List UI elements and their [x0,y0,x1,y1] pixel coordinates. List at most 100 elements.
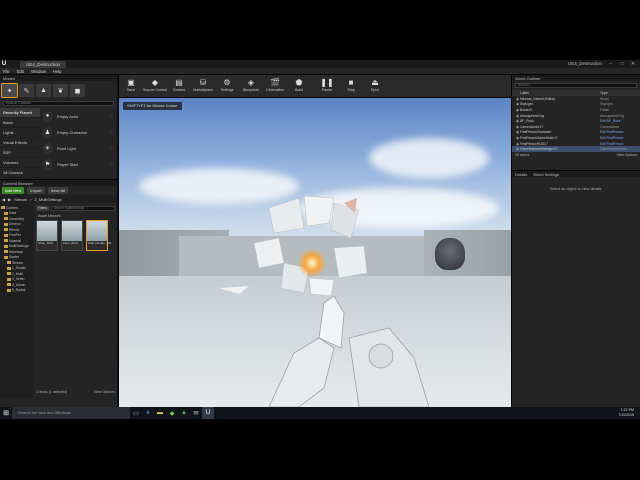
paint-mode-icon[interactable]: ✎ [19,84,34,97]
document-tab[interactable]: UE4_Destruction [20,60,67,68]
asset-tile[interactable]: Wall_Double_DM [86,220,112,251]
app-icon[interactable]: ▲ [178,407,190,419]
add-new-button[interactable]: Add New [2,187,25,194]
category-bsp[interactable]: BSP [0,148,40,158]
toolbar-button-label: Pause [321,88,333,92]
asset-tile[interactable]: Chair_BOX [36,220,58,251]
folder-label: Data [9,211,17,216]
outliner-row[interactable]: ◉ AtmosphericFog AtmosphericFog [512,113,640,119]
toolbar-stop-button[interactable]: ■ Stop [339,77,363,96]
toolbar-save-button[interactable]: ▣ Save [119,77,143,96]
toolbar-marketplace-button[interactable]: ⛁ Marketplace [191,77,215,96]
toolbar-build-button[interactable]: ⬟ Build [287,77,311,96]
view-options-button[interactable]: View Options [616,153,637,159]
viewport-hint: SHIFT+F1 for Mouse Cursor [123,102,182,110]
windows-start-icon[interactable]: ⊞ [0,407,12,419]
outliner-row[interactable]: ◉ FirstPersonCharacter Edit FirstPerson [512,130,640,136]
foliage-mode-icon[interactable]: ❦ [53,84,68,97]
folder-icon [7,277,11,281]
breadcrumb-item[interactable]: 2_MultiSettings [34,197,61,202]
modes-search-input[interactable]: Search Classes [3,101,114,106]
folder-icon [4,250,8,254]
toolbar-eject-button[interactable]: ⏏ Eject [363,77,387,96]
edit-blueprint-link[interactable]: Edit FirstPerson [600,130,623,134]
outliner-row[interactable]: ◉ FirstPersonHUD17 Edit FirstPerson [512,141,640,147]
mode-icon-bar: ✦ ✎ ▲ ❦ ◼ [0,81,117,99]
import-button[interactable]: Import [27,187,45,194]
close-button[interactable]: ✕ [628,60,638,68]
info-icon[interactable]: ⓘ [109,113,113,119]
mode-item-empty-actor[interactable]: ● Empty Actor ⓘ [40,108,117,124]
breadcrumb-item[interactable]: Stream [14,197,27,202]
actor-label: BP_Rock [520,119,534,124]
column-label[interactable]: Label [520,91,600,95]
task-view-icon[interactable]: ▭ [130,407,142,419]
mode-item-point-light[interactable]: ☀ Point Light ⓘ [40,140,117,156]
category-lights[interactable]: Lights [0,128,40,138]
toolbar-blueprints-button[interactable]: ◈ Blueprints [239,77,263,96]
marketplace-icon: ⛁ [199,77,207,87]
menu-file[interactable]: File [3,69,10,74]
actor-type: Folder [600,107,610,112]
asset-name: Wall_Double_DM [88,241,112,245]
level-viewport[interactable]: SHIFT+F1 for Mouse Cursor [119,98,511,407]
folder-label: 3_Settin [12,277,25,282]
back-arrow-icon[interactable]: ◀ [2,197,5,202]
menu-edit[interactable]: Edit [17,69,24,74]
folder-icon [4,228,8,232]
actor-label: FirstPersonHUD17 [520,141,548,146]
info-icon[interactable]: ⓘ [109,129,113,135]
app-icon[interactable]: ✉ [190,407,202,419]
asset-tile[interactable]: Floor_BOX [61,220,83,251]
menu-window[interactable]: Window [31,69,46,74]
app-icon[interactable]: ◆ [166,407,178,419]
edit-blueprint-link[interactable]: Edit FirstPerson [600,136,623,140]
toolbar-source-control-button[interactable]: ◆ Source Control [143,77,167,96]
file-explorer-icon[interactable]: ▬ [154,407,166,419]
category-all-classes[interactable]: All Classes [0,168,40,178]
geometry-mode-icon[interactable]: ◼ [70,84,85,97]
edge-browser-icon[interactable]: e [142,407,154,419]
save-all-button[interactable]: Save All [47,187,69,194]
toolbar-cinematics-button[interactable]: 🎬 Cinematics [263,77,287,96]
modes-panel: Modes ✦ ✎ ▲ ❦ ◼ Search Classes Recently … [0,75,118,179]
menu-help[interactable]: Help [53,69,62,74]
toolbar-settings-button[interactable]: ⚙ Settings [215,77,239,96]
info-icon[interactable]: ⓘ [109,161,113,167]
edit-blueprint-link[interactable]: Edit FirstPerson [600,142,623,146]
view-options-button[interactable]: View Options [94,390,115,396]
info-icon[interactable]: ⓘ [109,145,113,151]
folder-label: Geometry [9,216,24,221]
toolbar-button-label: Build [295,88,303,92]
toolbar-pause-button[interactable]: ❚❚ Pause [315,77,339,96]
tab-details[interactable]: Details [515,172,527,177]
mode-item-label: Player Start [57,161,78,167]
taskbar-search-input[interactable]: Search the web and Windows [12,407,130,419]
outliner-search-input[interactable]: Search... [515,83,637,88]
mode-item-list: ● Empty Actor ⓘ ♟ Empty Character ⓘ ☀ Po… [40,108,117,182]
mode-item-player-start[interactable]: ⚑ Player Start ⓘ [40,156,117,172]
unreal-logo-icon: U [1,61,7,67]
landscape-mode-icon[interactable]: ▲ [36,84,51,97]
toolbar-content-button[interactable]: ▤ Content [167,77,191,96]
edit-blueprint-link[interactable]: Edit BP_Rock [600,119,620,123]
forward-arrow-icon[interactable]: ▶ [8,197,11,202]
place-mode-icon[interactable]: ✦ [1,83,18,98]
category-volumes[interactable]: Volumes [0,158,40,168]
filters-button[interactable]: Filters [36,205,50,211]
category-visual-effects[interactable]: Visual Effects [0,138,40,148]
outliner-row[interactable]: ◉ GameNetworkManager17 GameNetworkMan [512,146,640,152]
tab-world-settings[interactable]: World Settings [533,172,559,177]
asset-search-input[interactable]: Search MultiSettings [51,205,115,211]
mode-item-empty-character[interactable]: ♟ Empty Character ⓘ [40,124,117,140]
folder-tree-item[interactable]: 5_Radial [0,288,34,294]
minimize-button[interactable]: – [606,60,616,68]
actor-label: SkyLight [520,102,533,107]
category-basic[interactable]: Basic [0,118,40,128]
details-empty-message: Select an object to view details. [549,187,603,191]
column-type[interactable]: Type [600,91,608,95]
category-recently-placed[interactable]: Recently Placed [0,108,40,118]
unreal-editor-task-icon[interactable]: U [202,407,214,419]
maximize-button[interactable]: □ [617,60,627,68]
outliner-row[interactable]: ◉ FirstPersonGameMode17 Edit FirstPerson [512,135,640,141]
